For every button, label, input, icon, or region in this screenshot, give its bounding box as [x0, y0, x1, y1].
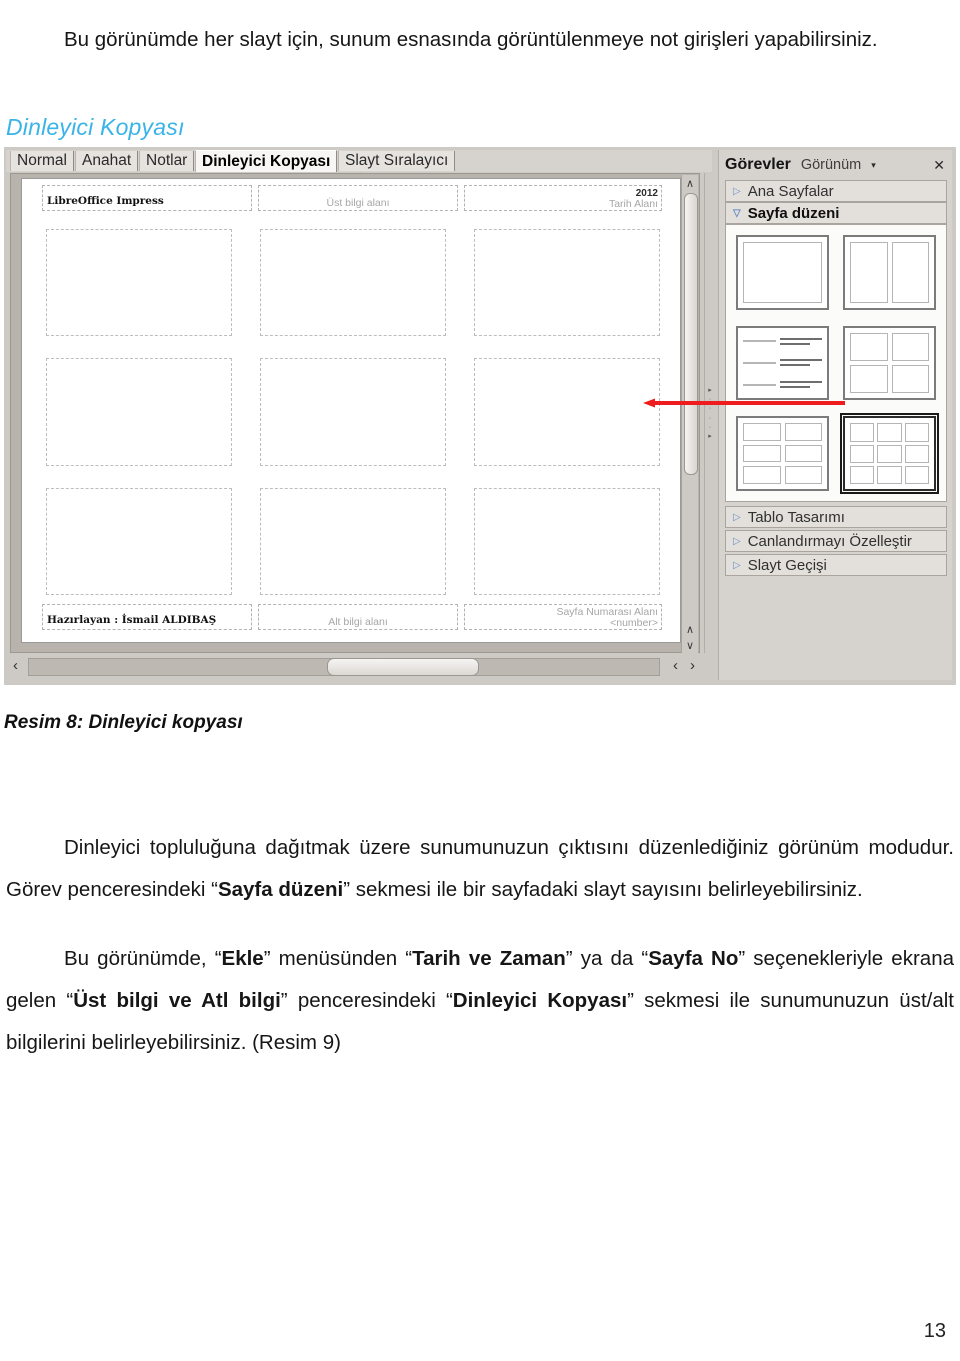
slide-slot[interactable]: [474, 358, 660, 466]
section-label: Sayfa düzeni: [747, 204, 840, 222]
footer-right-field[interactable]: Sayfa Numarası Alanı <number>: [464, 604, 662, 630]
scroll-up-small-icon[interactable]: ∧: [682, 621, 698, 637]
view-tab-strip: Normal Anahat Notlar Dinleyici Kopyası Slayt…: [6, 150, 712, 172]
footer-center-field[interactable]: Alt bilgi alanı: [258, 604, 458, 630]
tab-label: Notlar: [146, 152, 188, 169]
body-paragraph-2: Bu görünümde, “Ekle” menüsünden “Tarih v…: [6, 938, 954, 1064]
text-run: ” sekmesi ile bir sayfadaki slayt sayısı…: [343, 877, 863, 901]
slide-slot[interactable]: [474, 229, 660, 337]
section-label: Ana Sayfalar: [747, 182, 834, 200]
figure-caption: Resim 8: Dinleyici kopyası: [4, 712, 243, 733]
close-icon[interactable]: ✕: [933, 157, 945, 174]
layout-option-alti-slayt[interactable]: [736, 416, 829, 491]
text-run: Bu görünümde, “: [64, 946, 222, 970]
text-run: ” menüsünden “: [263, 946, 413, 970]
handout-header-row: LibreOffice Impress Üst bilgi alanı 2012…: [22, 185, 680, 219]
header-date-label: Tarih Alanı: [608, 198, 658, 210]
intro-paragraph: Bu görünümde her slayt için, sunum esnas…: [64, 27, 878, 51]
text-run-bold: Sayfa No: [648, 946, 739, 970]
text-run-bold: Ekle: [221, 946, 264, 970]
task-pane-title: Görevler: [725, 156, 791, 173]
text-run-bold: Dinleyici Kopyası: [452, 988, 628, 1012]
footer-page-field: <number>: [610, 617, 658, 629]
text-run-bold: Üst bilgi ve Atl bilgi: [73, 988, 281, 1012]
slide-slot[interactable]: [260, 229, 446, 337]
chevron-down-icon[interactable]: ▾: [871, 160, 876, 171]
header-center-field[interactable]: Üst bilgi alanı: [258, 185, 458, 211]
layout-option-dort-slayt[interactable]: [843, 325, 936, 401]
page-title: Dinleyici Kopyası: [6, 114, 185, 141]
text-run: ” penceresindeki “: [280, 988, 453, 1012]
vscroll-thumb[interactable]: [684, 193, 698, 475]
impress-handout-screenshot: Normal Anahat Notlar Dinleyici Kopyası Slayt…: [4, 147, 956, 685]
section-canlandirmayi-ozellestir[interactable]: ▷ Canlandırmayı Özelleştir: [725, 530, 947, 552]
page-number: 13: [923, 1320, 946, 1342]
text-run-bold: Sayfa düzeni: [217, 877, 344, 901]
tab-label: Normal: [17, 152, 67, 169]
section-tablo-tasarimi[interactable]: ▷ Tablo Tasarımı: [725, 506, 947, 528]
chevron-right-icon: ▷: [733, 535, 741, 547]
header-left-text: LibreOffice Impress: [47, 195, 164, 207]
body-paragraph-1: Dinleyici topluluğuna dağıtmak üzere sun…: [6, 827, 954, 911]
section-sayfa-duzeni[interactable]: ▽ Sayfa düzeni: [725, 202, 947, 224]
layout-option-iki-slayt[interactable]: [843, 235, 936, 310]
slide-slot[interactable]: [260, 358, 446, 466]
text-run: ” ya da “: [565, 946, 649, 970]
tab-label: Slayt Sıralayıcı: [345, 152, 449, 169]
slide-slot[interactable]: [474, 487, 660, 595]
tab-normal[interactable]: Normal: [10, 151, 74, 171]
scroll-left-icon[interactable]: ‹: [13, 655, 18, 677]
section-ana-sayfalar[interactable]: ▷ Ana Sayfalar: [725, 180, 947, 202]
handout-canvas[interactable]: LibreOffice Impress Üst bilgi alanı 2012…: [10, 173, 700, 653]
section-label: Slayt Geçişi: [747, 556, 827, 574]
task-pane-header: Görevler Görünüm ▾ ✕: [725, 153, 947, 177]
layout-gallery: [725, 224, 947, 502]
slide-slot[interactable]: [260, 487, 446, 595]
slide-slot[interactable]: [46, 358, 232, 466]
task-pane-view-menu[interactable]: Görünüm: [801, 157, 861, 173]
section-slayt-gecisi[interactable]: ▷ Slayt Geçişi: [725, 554, 947, 576]
tab-anahat[interactable]: Anahat: [75, 151, 139, 171]
header-right-field[interactable]: 2012 Tarih Alanı: [464, 185, 662, 211]
hscroll-thumb[interactable]: [327, 658, 480, 676]
canvas-horizontal-scrollbar[interactable]: ‹ ‹ ›: [10, 655, 700, 677]
text-run-bold: Tarih ve Zaman: [412, 946, 566, 970]
section-label: Canlandırmayı Özelleştir: [747, 532, 912, 550]
chevron-right-icon: ▷: [733, 559, 741, 571]
chevron-right-icon: ▷: [733, 511, 741, 523]
handout-page-sheet[interactable]: LibreOffice Impress Üst bilgi alanı 2012…: [21, 178, 681, 643]
next-page-icon[interactable]: ›: [690, 655, 695, 677]
handout-footer-row: Hazırlayan : İsmail ALDIBAŞ Alt bilgi al…: [22, 604, 680, 638]
tab-slayt-sıralayıcı[interactable]: Slayt Sıralayıcı: [338, 151, 456, 171]
layout-option-bir-slayt[interactable]: [736, 235, 829, 310]
previous-page-icon[interactable]: ‹: [673, 655, 678, 677]
footer-left-text: Hazırlayan : İsmail ALDIBAŞ: [47, 614, 217, 626]
canvas-vertical-scrollbar[interactable]: ∧ ∧ ∨: [681, 175, 698, 653]
scroll-up-icon[interactable]: ∧: [682, 175, 698, 191]
scroll-down-icon[interactable]: ∨: [682, 637, 698, 653]
layout-option-anahat-notlu[interactable]: [736, 325, 829, 401]
task-pane-bottom-sections: ▷ Tablo Tasarımı ▷ Canlandırmayı Özelleş…: [725, 506, 947, 578]
footer-left-field[interactable]: Hazırlayan : İsmail ALDIBAŞ: [42, 604, 252, 630]
chevron-right-icon: ▷: [733, 185, 741, 197]
chevron-down-icon: ▽: [733, 207, 741, 219]
task-pane: Görevler Görünüm ▾ ✕ ▷ Ana Sayfalar ▽ Sa…: [718, 150, 952, 680]
tab-label: Anahat: [82, 152, 132, 169]
tab-dinleyici-kopyası[interactable]: Dinleyici Kopyası: [195, 150, 338, 172]
section-label: Tablo Tasarımı: [747, 508, 845, 526]
tab-notlar[interactable]: Notlar: [139, 151, 195, 171]
splitter-grip-icon[interactable]: ▸ · · · · ▸: [707, 387, 713, 440]
header-left-field[interactable]: LibreOffice Impress: [42, 185, 252, 211]
tab-label: Dinleyici Kopyası: [202, 152, 331, 170]
layout-option-dokuz-slayt[interactable]: [840, 413, 939, 494]
slide-slot[interactable]: [46, 487, 232, 595]
slide-slot[interactable]: [46, 229, 232, 337]
pane-splitter[interactable]: ▸ · · · · ▸: [704, 173, 715, 653]
handout-slot-grid: [46, 229, 660, 595]
